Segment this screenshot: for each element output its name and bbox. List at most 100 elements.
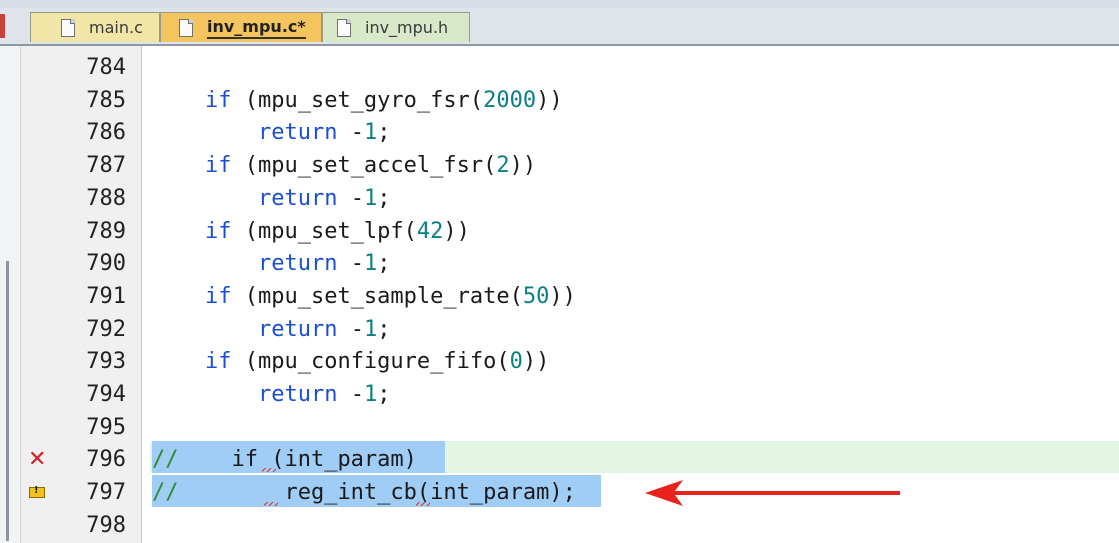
line-number: 789	[86, 218, 126, 244]
code-token: ))	[549, 283, 576, 309]
number-token: 1	[363, 382, 378, 407]
red-arrow-icon	[645, 480, 900, 506]
code-token: -	[337, 316, 364, 342]
keyword-token: if	[204, 283, 232, 309]
tabbar-left-marker	[0, 14, 5, 38]
number-token: 2	[496, 153, 510, 179]
number-token: 1	[363, 120, 378, 146]
code-text: return -1;	[152, 379, 390, 411]
code-line[interactable]: 792 return -1;	[0, 314, 1119, 347]
code-token: -	[337, 251, 364, 277]
code-line[interactable]: 797 // reg_int_cb(int_param);	[0, 477, 1119, 510]
code-token: (mpu_configure_fifo(	[231, 349, 510, 375]
number-token: 1	[363, 251, 378, 277]
number-token: 1	[363, 316, 378, 342]
code-token: ;	[377, 185, 391, 211]
code-token: (mpu_set_gyro_fsr(	[231, 87, 484, 113]
code-text: if (mpu_configure_fifo(0))	[152, 346, 549, 378]
keyword-token: return	[257, 316, 338, 342]
code-token: ;	[377, 316, 391, 342]
window-top-strip	[0, 0, 1119, 8]
code-token: ;	[377, 120, 391, 146]
keyword-token: return	[257, 120, 338, 146]
squiggle-underline	[416, 502, 430, 506]
code-token: ;	[377, 251, 391, 277]
keyword-token: return	[257, 185, 338, 211]
code-line[interactable]: 788 return -1;	[0, 183, 1119, 216]
code-text: // if (int_param)	[152, 444, 417, 476]
file-icon	[337, 18, 351, 37]
tab-label: main.c	[89, 18, 143, 37]
code-line[interactable]: 789 if (mpu_set_lpf(42))	[0, 216, 1119, 249]
code-line[interactable]: 784	[0, 52, 1119, 85]
number-token: 1	[363, 185, 378, 211]
code-text: return -1;	[152, 248, 390, 280]
line-number: 787	[86, 153, 126, 179]
line-number: 784	[86, 55, 126, 80]
code-text: return -1;	[152, 183, 390, 215]
code-line[interactable]: 785 if (mpu_set_gyro_fsr(2000))	[0, 85, 1119, 118]
keyword-token: if	[204, 153, 232, 179]
number-token: 42	[416, 218, 444, 244]
code-text: // reg_int_cb(int_param);	[152, 477, 576, 509]
keyword-token: if	[204, 349, 232, 375]
line-number: 793	[86, 349, 126, 375]
file-icon	[179, 18, 193, 37]
comment-token: //	[152, 447, 179, 473]
line-number: 791	[86, 283, 126, 309]
code-text: if (mpu_set_lpf(42))	[152, 216, 470, 248]
line-number: 796	[86, 447, 126, 473]
code-token: reg_int_cb(int_param);	[178, 480, 576, 506]
tab-inv-mpu-h[interactable]: inv_mpu.h	[322, 12, 470, 42]
number-token: 0	[509, 349, 523, 375]
code-line[interactable]: 787 if (mpu_set_accel_fsr(2))	[0, 150, 1119, 183]
code-token: (mpu_set_accel_fsr(	[231, 153, 497, 179]
line-number: 798	[86, 512, 126, 538]
squiggle-underline	[262, 468, 276, 472]
keyword-token: return	[257, 251, 338, 277]
code-line[interactable]: 794 return -1;	[0, 379, 1119, 412]
code-token: ))	[522, 349, 550, 375]
code-line[interactable]: 791 if (mpu_set_sample_rate(50))	[0, 281, 1119, 314]
code-line[interactable]: 790 return -1;	[0, 248, 1119, 281]
tab-main-c[interactable]: main.c	[30, 12, 160, 42]
code-token: ;	[377, 382, 391, 407]
line-number: 795	[86, 414, 126, 440]
line-number: 786	[86, 120, 126, 146]
warning-icon[interactable]	[29, 485, 45, 499]
code-text: if (mpu_set_sample_rate(50))	[152, 281, 576, 313]
line-number: 788	[86, 185, 126, 211]
code-token: -	[337, 185, 364, 211]
code-text: if (mpu_set_accel_fsr(2))	[152, 150, 536, 182]
tab-label: inv_mpu.c*	[207, 17, 306, 39]
line-number: 790	[86, 251, 126, 277]
code-line[interactable]: 795	[0, 412, 1119, 445]
code-text: if (mpu_set_gyro_fsr(2000))	[152, 85, 563, 117]
keyword-token: if	[204, 218, 232, 244]
code-line[interactable]: 786 return -1;	[0, 117, 1119, 150]
line-number: 797	[86, 480, 126, 506]
code-line[interactable]: 798	[0, 510, 1119, 543]
keyword-token: if	[204, 87, 232, 113]
code-token: -	[337, 382, 364, 407]
file-icon	[61, 18, 75, 37]
line-number: 794	[86, 382, 126, 407]
squiggle-underline	[264, 502, 278, 506]
code-token: -	[337, 120, 364, 146]
code-token: ))	[509, 153, 537, 179]
error-icon[interactable]: ✕	[28, 444, 46, 476]
tab-inv-mpu-c[interactable]: inv_mpu.c*	[160, 12, 322, 42]
code-line[interactable]: 793 if (mpu_configure_fifo(0))	[0, 346, 1119, 379]
code-token: if (int_param)	[178, 447, 417, 473]
number-token: 50	[522, 283, 550, 309]
code-token: ))	[443, 218, 470, 244]
code-line[interactable]: 796 ✕ // if (int_param)	[0, 444, 1119, 477]
